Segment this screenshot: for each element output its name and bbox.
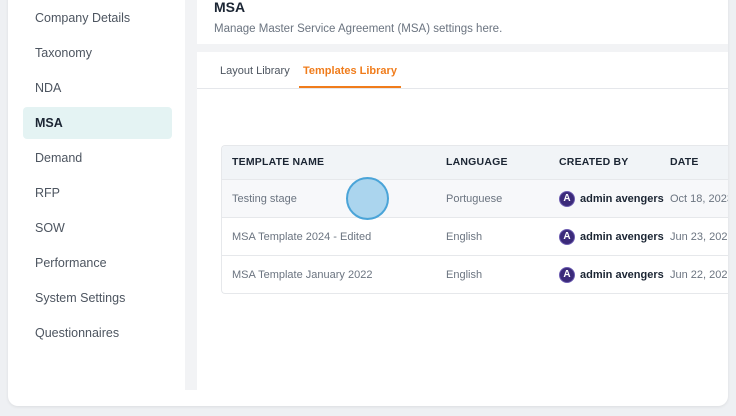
template-language: Portuguese (446, 193, 503, 205)
template-date: Oct 18, 2023 (670, 193, 728, 205)
created-by: A admin avengers (559, 256, 664, 293)
sidebar-item-demand[interactable]: Demand (23, 142, 172, 174)
sidebar-item-sow[interactable]: SOW (23, 212, 172, 244)
table-row[interactable]: MSA Template 2024 - Edited English A adm… (222, 217, 728, 255)
library-tabs: Layout Library Templates Library (197, 60, 728, 89)
avengers-avatar-icon: A (559, 267, 575, 283)
column-template-name[interactable]: TEMPLATE NAME (232, 146, 324, 179)
template-name: Testing stage (232, 193, 297, 205)
column-language[interactable]: LANGUAGE (446, 146, 508, 179)
templates-table: TEMPLATE NAME LANGUAGE CREATED BY DATE T… (221, 145, 728, 294)
tab-templates-library[interactable]: Templates Library (299, 65, 401, 88)
column-created-by[interactable]: CREATED BY (559, 146, 628, 179)
created-by: A admin avengers (559, 180, 664, 218)
sidebar-item-system-settings[interactable]: System Settings (23, 282, 172, 314)
sidebar-item-performance[interactable]: Performance (23, 247, 172, 279)
sidebar-item-msa[interactable]: MSA (23, 107, 172, 139)
sidebar-item-questionnaires[interactable]: Questionnaires (23, 317, 172, 349)
template-language: English (446, 269, 483, 281)
template-language: English (446, 231, 483, 243)
creator-name: admin avengers (580, 231, 664, 243)
table-row[interactable]: Testing stage Portuguese A admin avenger… (222, 179, 728, 217)
page-header: MSA Manage Master Service Agreement (MSA… (197, 0, 728, 52)
creator-name: admin avengers (580, 269, 664, 281)
creator-name: admin avengers (580, 193, 664, 205)
table-header: TEMPLATE NAME LANGUAGE CREATED BY DATE (222, 146, 728, 179)
page-title: MSA (214, 0, 246, 15)
sidebar-item-company-details[interactable]: Company Details (23, 2, 172, 34)
main-content: MSA Manage Master Service Agreement (MSA… (197, 0, 728, 390)
template-date: Jun 22, 2023 (670, 269, 728, 281)
sidebar-item-nda[interactable]: NDA (23, 72, 172, 104)
panel-divider (185, 0, 197, 390)
click-indicator (346, 177, 389, 220)
avengers-avatar-icon: A (559, 191, 575, 207)
template-date: Jun 23, 2023 (670, 231, 728, 243)
created-by: A admin avengers (559, 218, 664, 256)
sidebar-item-taxonomy[interactable]: Taxonomy (23, 37, 172, 69)
tab-layout-library[interactable]: Layout Library (220, 65, 290, 88)
avengers-avatar-icon: A (559, 229, 575, 245)
column-date[interactable]: DATE (670, 146, 699, 179)
template-name: MSA Template 2024 - Edited (232, 231, 372, 243)
table-row[interactable]: MSA Template January 2022 English A admi… (222, 255, 728, 293)
template-name: MSA Template January 2022 (232, 269, 373, 281)
page-subtitle: Manage Master Service Agreement (MSA) se… (214, 23, 503, 35)
settings-sidebar: Company Details Taxonomy NDA MSA Demand … (8, 0, 185, 406)
sidebar-item-rfp[interactable]: RFP (23, 177, 172, 209)
